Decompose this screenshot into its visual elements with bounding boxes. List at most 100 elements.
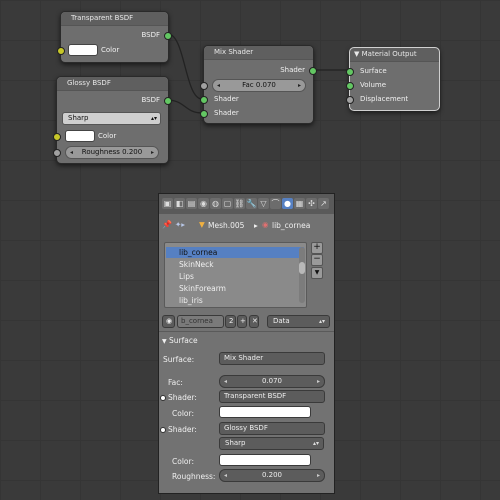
color-label: Color [98,132,117,140]
breadcrumb-object: Mesh.005 [208,221,245,230]
modifier-tab-icon[interactable]: 🔧 [246,198,257,209]
shader1-label: Shader: [168,393,197,402]
texture-tab-icon[interactable]: ▦ [294,198,305,209]
mix-shader-node[interactable]: Mix Shader Shader ◂ Fac 0.070 ▸ Shader S… [200,45,317,124]
glossy-bsdf-node[interactable]: Glossy BSDF BSDF Sharp ▴▾ Color ◂ Roughn… [53,76,172,164]
dropdown-arrows-icon: ▴▾ [318,318,325,325]
particles-tab-icon[interactable]: ✣ [306,198,317,209]
material-browse-button[interactable]: ◉ [162,315,175,328]
fac-value: Fac 0.070 [242,81,276,89]
shader1-field[interactable]: Transparent BSDF [219,390,325,403]
color1-swatch[interactable] [219,406,311,418]
shader1-link-icon[interactable] [160,395,166,401]
link-glossy-to-mix [166,99,203,114]
shader2-label: Shader: [168,425,197,434]
distribution-value: Sharp [68,114,89,122]
material-output-node[interactable]: ▼ Material Output Surface Volume Displac… [346,47,440,111]
increment-arrow-icon[interactable]: ▸ [317,470,320,481]
collapse-arrow-icon[interactable]: ▼ [354,50,359,58]
bsdf-output-socket[interactable] [164,32,172,40]
link-value: Data [273,317,290,325]
node-title-bar[interactable]: ▼ Material Output [350,48,439,62]
increment-arrow-icon[interactable]: ▸ [317,376,320,387]
distribution-dropdown[interactable]: Sharp ▴▾ [62,112,161,125]
shader-output-socket[interactable] [309,67,317,75]
scrollbar-thumb[interactable] [299,262,305,274]
shader2-field[interactable]: Glossy BSDF [219,422,325,435]
volume-input-socket[interactable] [346,82,354,90]
surface-section-header[interactable]: ▼ Surface [162,336,198,345]
material-name-field[interactable]: b_cornea [177,315,224,328]
link-transparent-to-mix [167,33,203,100]
camera-tab-icon[interactable]: ◧ [174,198,185,209]
color-input-socket[interactable] [53,133,61,141]
layers-tab-icon[interactable]: ▤ [186,198,197,209]
world-tab-icon[interactable]: ◍ [210,198,221,209]
bone-tab-icon[interactable]: ⌒ [270,198,281,209]
material-icon: ◉ [262,220,269,229]
node-title[interactable]: Transparent BSDF [61,12,168,26]
object-tab-icon[interactable]: ▢ [222,198,233,209]
color-swatch[interactable] [65,130,95,142]
shader2-input-socket[interactable] [200,110,208,118]
decrement-arrow-icon[interactable]: ◂ [224,376,227,387]
surface-shader-field[interactable]: Mix Shader [219,352,325,365]
physics-tab-icon[interactable]: ↗ [318,198,329,209]
bsdf-output-label: BSDF [141,96,160,104]
shader2-link-icon[interactable] [160,427,166,433]
link-dropdown[interactable]: Data ▴▾ [267,315,330,328]
decrement-arrow-icon[interactable]: ◂ [70,147,73,158]
data-tab-icon[interactable]: ▽ [258,198,269,209]
color-swatch[interactable] [68,44,98,56]
color-input-socket[interactable] [57,47,65,55]
list-scrollbar[interactable] [299,247,305,303]
mesh-icon: ▼ [199,220,205,229]
distribution-value: Sharp [225,439,246,447]
transparent-bsdf-node[interactable]: Transparent BSDF BSDF Color [57,11,172,63]
fac-field[interactable]: ◂ Fac 0.070 ▸ [212,79,306,92]
unlink-button[interactable]: ✕ [249,315,259,328]
surface-input-socket[interactable] [346,68,354,76]
node-title[interactable]: Glossy BSDF [57,77,168,91]
list-item[interactable]: SkinNeck [166,259,304,270]
material-slot-list[interactable]: lib_cornea SkinNeck Lips SkinForearm lib… [164,242,307,308]
node-title: Material Output [361,50,417,58]
volume-input-label: Volume [360,81,387,89]
material-tab-icon[interactable]: ● [282,198,293,209]
slot-specials-button[interactable]: ▼ [311,267,323,279]
increment-arrow-icon[interactable]: ▸ [298,80,301,91]
list-item[interactable]: SkinForearm [166,283,304,294]
scene-tab-icon[interactable]: ◉ [198,198,209,209]
object-type-icon: ✦▸ [175,220,186,229]
pin-icon[interactable]: 📌 [162,220,172,229]
list-item[interactable]: lib_iris [166,295,304,306]
user-count[interactable]: 2 [225,315,236,328]
fac-input-socket[interactable] [200,82,208,90]
shader2-input-label: Shader [214,109,239,117]
render-tab-icon[interactable]: ▣ [162,198,173,209]
fac-field[interactable]: ◂ 0.070 ▸ [219,375,325,388]
roughness-field[interactable]: ◂ 0.200 ▸ [219,469,325,482]
roughness-field[interactable]: ◂ Roughness 0.200 ▸ [65,146,159,159]
list-item[interactable]: Lips [166,271,304,282]
displacement-input-socket[interactable] [346,96,354,104]
new-material-button[interactable]: + [237,315,247,328]
roughness-value: 0.200 [261,471,283,479]
surface-shader-value: Mix Shader [224,354,264,362]
roughness-input-socket[interactable] [53,149,61,157]
color2-swatch[interactable] [219,454,311,466]
remove-slot-button[interactable]: − [311,254,323,266]
roughness-label: Roughness: [172,472,216,481]
list-item[interactable]: lib_cornea [166,247,304,258]
decrement-arrow-icon[interactable]: ◂ [217,80,220,91]
constraints-tab-icon[interactable]: ⛓ [234,198,245,209]
bsdf-output-socket[interactable] [164,97,172,105]
increment-arrow-icon[interactable]: ▸ [151,147,154,158]
add-slot-button[interactable]: + [311,242,323,254]
breadcrumb-separator-icon: ▸ [254,221,258,230]
decrement-arrow-icon[interactable]: ◂ [224,470,227,481]
shader1-input-socket[interactable] [200,96,208,104]
shader1-value: Transparent BSDF [224,392,287,400]
distribution-dropdown[interactable]: Sharp ▴▾ [219,437,324,450]
node-title[interactable]: Mix Shader [204,46,313,60]
